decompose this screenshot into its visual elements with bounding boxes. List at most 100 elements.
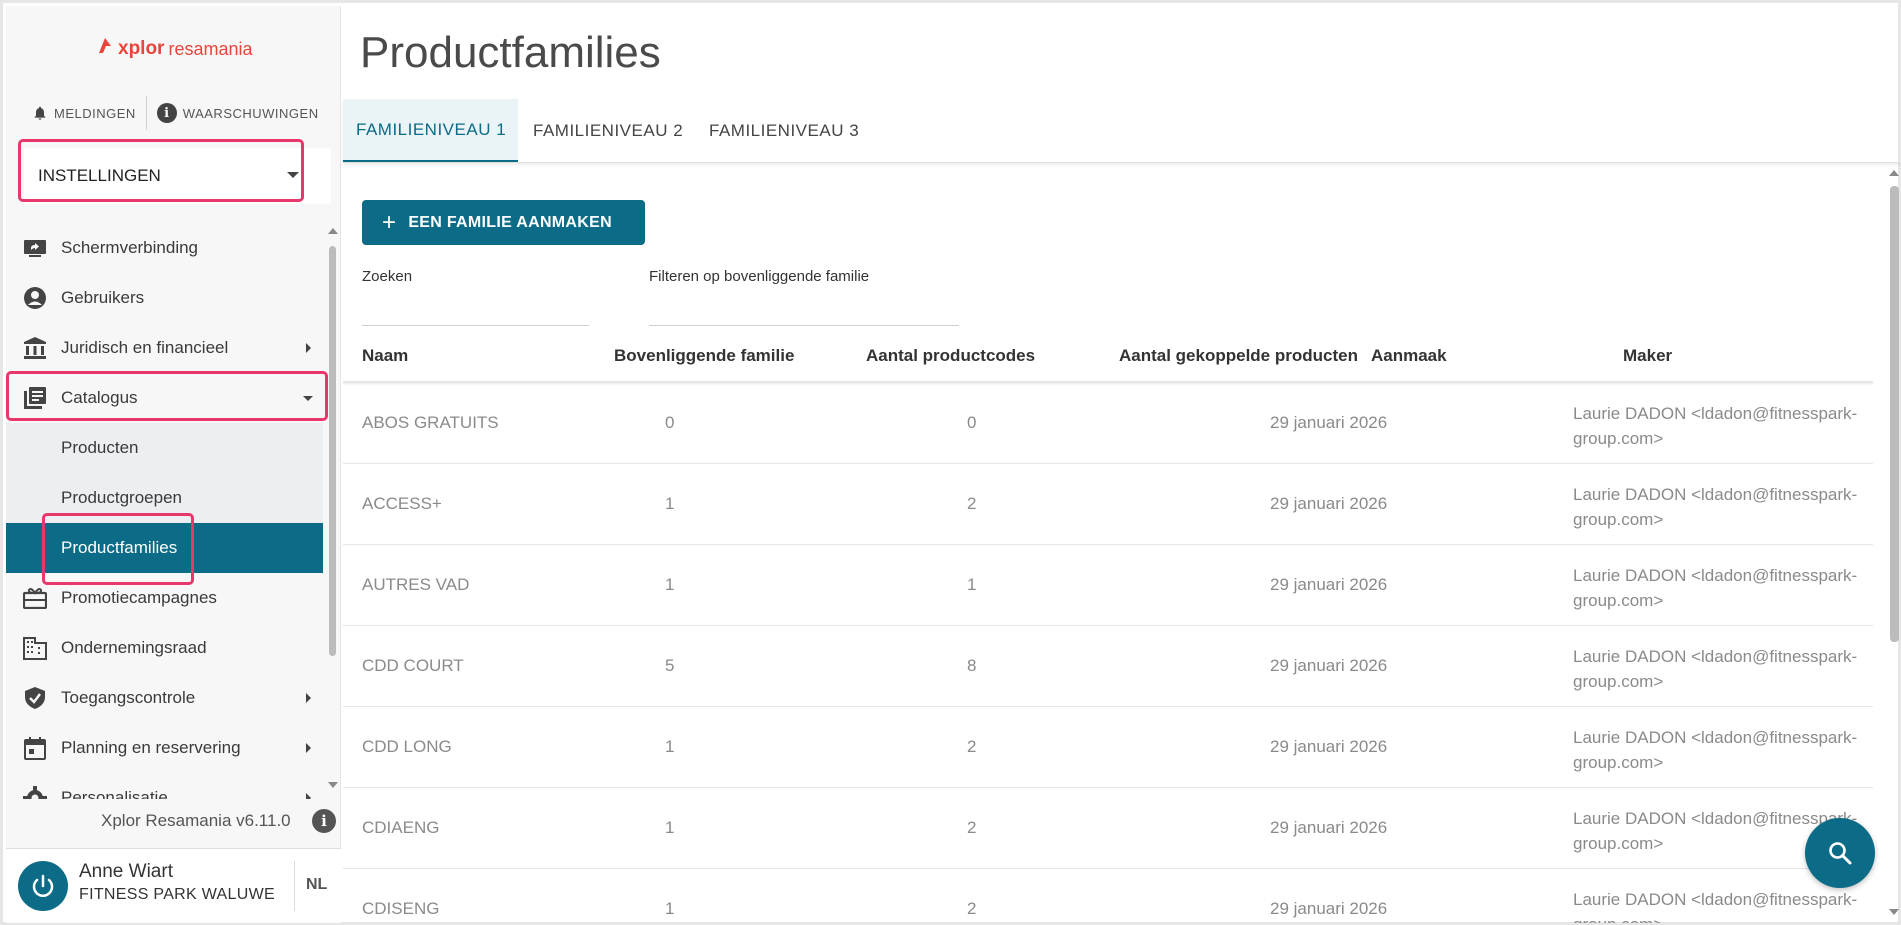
cell-maker: Laurie DADON <ldadon@fitnesspark-group.c… (1573, 725, 1873, 775)
column-header-maker[interactable]: Maker (1623, 346, 1672, 366)
sidebar-item-productfamilies[interactable]: Productfamilies (6, 523, 323, 573)
tab-bar: FAMILIENIVEAU 1 FAMILIENIVEAU 2 FAMILIEN… (343, 99, 1901, 163)
table-row[interactable]: ABOS GRATUITS 0 0 29 januari 2026 Laurie… (343, 383, 1873, 464)
cell-product-codes: 2 (967, 818, 977, 837)
sidebar-item-label: Toegangscontrole (61, 688, 196, 707)
user-panel: Anne Wiart FITNESS PARK WALUWE NL (6, 848, 341, 923)
cell-maker: Laurie DADON <ldadon@fitnesspark-group.c… (1573, 401, 1873, 451)
sidebar-item-catalogus[interactable]: Catalogus (6, 373, 323, 423)
logo-text-xplor: xplor (118, 38, 165, 59)
power-icon[interactable] (18, 861, 68, 911)
xplor-resamania-logo[interactable]: xplor resamania (96, 36, 253, 62)
cell-name: CDD LONG (362, 737, 452, 756)
search-input[interactable] (362, 325, 589, 326)
column-header-name[interactable]: Naam (362, 346, 408, 366)
sidebar-item-ondernemingsraad[interactable]: Ondernemingsraad (6, 623, 323, 673)
maker-line-1: Laurie DADON <ldadon@fitnesspark- (1573, 404, 1858, 423)
section-select-value: INSTELLINGEN (38, 166, 161, 185)
scroll-up-icon[interactable] (328, 228, 338, 234)
cell-created: 29 januari 2026 (1270, 494, 1388, 513)
scroll-thumb[interactable] (329, 246, 336, 656)
cell-product-codes: 1 (967, 575, 977, 594)
cell-product-codes: 8 (967, 656, 977, 675)
column-header-product-codes[interactable]: Aantal productcodes (866, 346, 1035, 366)
column-header-linked-products[interactable]: Aantal gekoppelde producten (1119, 346, 1358, 366)
sidebar-item-producten[interactable]: Producten (6, 423, 323, 473)
create-family-button[interactable]: + EEN FAMILIE AANMAKEN (362, 200, 645, 245)
scroll-down-icon[interactable] (328, 782, 338, 788)
user-name: Anne Wiart (79, 861, 173, 882)
chevron-right-icon (306, 743, 311, 753)
sidebar-item-label: Gebruikers (61, 288, 145, 307)
sidebar-item-schermverbinding[interactable]: Schermverbinding (6, 223, 323, 273)
sidebar-item-label: Personalisatie (61, 788, 168, 799)
sidebar: xplor resamania MELDINGEN i WAARSCHUWING… (6, 6, 341, 923)
cell-name: ACCESS+ (362, 494, 442, 513)
sidebar-item-personalisatie[interactable]: Personalisatie (6, 773, 323, 799)
sidebar-item-juridisch-en-financieel[interactable]: Juridisch en financieel (6, 323, 323, 373)
cell-parent: 0 (665, 413, 675, 432)
bank-icon (22, 335, 48, 361)
chevron-right-icon (306, 343, 311, 353)
cell-parent: 5 (665, 656, 675, 675)
cell-product-codes: 2 (967, 494, 977, 513)
column-header-created[interactable]: Aanmaak (1371, 346, 1447, 366)
cell-parent: 1 (665, 575, 675, 594)
scroll-thumb[interactable] (1890, 186, 1899, 642)
calendar-icon (22, 735, 48, 761)
rocket-icon (96, 36, 114, 62)
cell-parent: 1 (665, 818, 675, 837)
divider (294, 861, 295, 911)
sidebar-item-planning-en-reservering[interactable]: Planning en reservering (6, 723, 323, 773)
language-switch[interactable]: NL (306, 876, 327, 894)
table-row[interactable]: AUTRES VAD 1 1 29 januari 2026 Laurie DA… (343, 545, 1873, 626)
search-fab-button[interactable] (1805, 818, 1875, 888)
cell-product-codes: 2 (967, 899, 977, 918)
column-header-parent[interactable]: Bovenliggende familie (614, 346, 794, 366)
table-row[interactable]: CDIAENG 1 2 29 januari 2026 Laurie DADON… (343, 788, 1873, 869)
maker-line-2: group.com> (1573, 753, 1664, 772)
maker-line-2: group.com> (1573, 429, 1664, 448)
info-icon[interactable]: i (312, 809, 336, 833)
notifications-button[interactable]: MELDINGEN (26, 105, 142, 121)
warnings-button[interactable]: i WAARSCHUWINGEN (151, 103, 325, 123)
cell-created: 29 januari 2026 (1270, 656, 1388, 675)
search-icon (1829, 842, 1852, 865)
cell-parent: 1 (665, 899, 675, 918)
section-select[interactable]: INSTELLINGEN (24, 148, 331, 204)
sidebar-menu: Schermverbinding Gebruikers Juridisch en… (6, 221, 323, 799)
logo-text-resamania: resamania (168, 38, 253, 59)
sidebar-item-label: Planning en reservering (61, 738, 241, 757)
scroll-down-icon[interactable] (1889, 909, 1899, 915)
tab-familieniveau-1[interactable]: FAMILIENIVEAU 1 (343, 99, 518, 162)
cell-parent: 1 (665, 737, 675, 756)
table-row[interactable]: CDISENG 1 2 29 januari 2026 Laurie DADON… (343, 869, 1873, 923)
sidebar-item-promotiecampagnes[interactable]: Promotiecampagnes (6, 573, 323, 623)
sidebar-scrollbar[interactable] (327, 226, 338, 796)
screen-share-icon (22, 235, 48, 261)
cell-maker: Laurie DADON <ldadon@fitnesspark-group.c… (1573, 482, 1873, 532)
cell-name: CDIAENG (362, 818, 440, 837)
sidebar-item-gebruikers[interactable]: Gebruikers (6, 273, 323, 323)
table-row[interactable]: CDD LONG 1 2 29 januari 2026 Laurie DADO… (343, 707, 1873, 788)
scroll-up-icon[interactable] (1889, 170, 1899, 176)
header-alerts: MELDINGEN i WAARSCHUWINGEN (26, 96, 325, 130)
cell-maker: Laurie DADON <ldadon@fitnesspark-group.c… (1573, 887, 1873, 923)
info-icon: i (156, 103, 177, 123)
sidebar-item-toegangscontrole[interactable]: Toegangscontrole (6, 673, 323, 723)
sidebar-item-label: Schermverbinding (61, 238, 199, 257)
maker-line-2: group.com> (1573, 591, 1664, 610)
main-scrollbar[interactable] (1887, 166, 1901, 923)
tab-familieniveau-2[interactable]: FAMILIENIVEAU 2 (533, 99, 693, 162)
table-row[interactable]: ACCESS+ 1 2 29 januari 2026 Laurie DADON… (343, 464, 1873, 545)
sidebar-item-productgroepen[interactable]: Productgroepen (6, 473, 323, 523)
user-club: FITNESS PARK WALUWE (79, 886, 275, 903)
business-icon (22, 635, 48, 661)
app-window: xplor resamania MELDINGEN i WAARSCHUWING… (0, 0, 1901, 925)
tab-familieniveau-3[interactable]: FAMILIENIVEAU 3 (709, 99, 869, 162)
cell-created: 29 januari 2026 (1270, 899, 1388, 918)
parent-filter-select[interactable] (649, 325, 959, 326)
gear-icon (22, 785, 48, 799)
sidebar-item-label: Producten (61, 438, 139, 457)
table-row[interactable]: CDD COURT 5 8 29 januari 2026 Laurie DAD… (343, 626, 1873, 707)
